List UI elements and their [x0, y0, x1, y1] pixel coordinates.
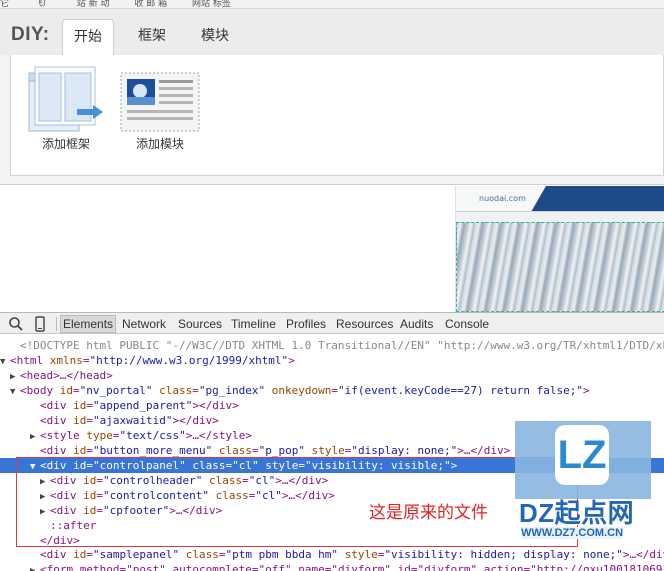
attr-name: xmlns: [49, 354, 83, 367]
attr-value: "if(event.keyCode==27) return false;": [337, 384, 583, 397]
form-tag: <form method="post" autocomplete="off" n…: [40, 563, 664, 571]
attr-value: "ajaxwaitid": [93, 414, 173, 427]
attr-name: id: [73, 399, 87, 412]
attr-name: id: [73, 444, 87, 457]
attr-value: "pg_index": [198, 384, 266, 397]
annotation-text: 这是原来的文件: [369, 503, 488, 523]
site-watermark: LZ DZ起点网 WWW.DZ7.COM.CN: [515, 421, 655, 546]
annotation-box: [16, 457, 578, 547]
doctype-text: <!DOCTYPE html PUBLIC "-//W3C//DTD XHTML…: [20, 339, 664, 352]
attr-value: "nv_portal": [79, 384, 153, 397]
attr-name: class: [159, 384, 193, 397]
browser-bookmarks-strip: 它 飞ㄏ 站 新 动 收 邮 箱 网站 标签: [0, 0, 664, 9]
diy-header: DIY: 开始 框架 模块: [0, 9, 664, 57]
tree-row[interactable]: <div id="samplepanel" class="ptm pbm bbd…: [0, 547, 664, 562]
tree-row[interactable]: <!DOCTYPE html PUBLIC "-//W3C//DTD XHTML…: [0, 338, 664, 353]
tab-console[interactable]: Console: [445, 316, 489, 332]
tree-row[interactable]: ▶ <form method="post" autocomplete="off" …: [0, 562, 664, 571]
attr-value: "p_pop": [258, 444, 305, 457]
watermark-brand: DZ起点网: [519, 498, 635, 528]
toolbar-divider: [56, 317, 57, 331]
tree-row[interactable]: ▼ <html xmlns="http://www.w3.org/1999/xht…: [0, 353, 664, 368]
attr-name: id: [59, 384, 73, 397]
image-module[interactable]: [456, 222, 664, 312]
ad-banner[interactable]: nuodai.com: [456, 186, 664, 212]
attr-name: style: [311, 444, 345, 457]
add-frame-label: 添加框架: [41, 137, 90, 151]
tab-frame[interactable]: 框架: [126, 19, 178, 55]
add-module-label: 添加模块: [135, 137, 184, 151]
bookmark-item[interactable]: 网站 标签: [192, 0, 231, 8]
tree-row[interactable]: ▼ <body id="nv_portal" class="pg_index" o…: [0, 383, 664, 398]
diy-label: DIY:: [11, 24, 50, 45]
frame-icon: [28, 66, 103, 132]
attr-value: "text/css": [119, 429, 186, 442]
attr-name: class: [218, 444, 252, 457]
tab-network[interactable]: Network: [122, 316, 166, 332]
bookmark-item[interactable]: 收 邮 箱: [134, 0, 167, 8]
attr-value: "samplepanel": [93, 548, 180, 561]
attr-value: "ptm pbm bbda hm": [225, 548, 339, 561]
attr-name: style: [344, 548, 378, 561]
search-icon[interactable]: [8, 316, 24, 332]
tree-row[interactable]: ▶ <head>…</head>: [0, 368, 664, 383]
attr-value: "display: none;": [351, 444, 458, 457]
tree-row[interactable]: <div id="append_parent"></div>: [0, 398, 664, 413]
device-mode-icon[interactable]: [32, 316, 48, 332]
attr-value: "button_more_menu": [93, 444, 213, 457]
devtools-toolbar: Elements Network Sources Timeline Profil…: [0, 312, 664, 334]
banner-text: nuodai.com: [479, 194, 526, 203]
add-frame-button[interactable]: 添加框架: [25, 63, 107, 163]
module-icon: [120, 72, 200, 132]
tab-audits[interactable]: Audits: [400, 316, 433, 332]
diy-content-panel: 添加框架 添加模块: [0, 55, 664, 185]
attr-value: "append_parent": [93, 399, 193, 412]
tab-sources[interactable]: Sources: [178, 316, 222, 332]
watermark-logo: LZ: [555, 425, 609, 485]
tab-resources[interactable]: Resources: [336, 316, 393, 332]
attr-name: class: [185, 548, 219, 561]
logo-lettering: LZ: [557, 433, 607, 477]
attr-name: onkeydown: [271, 384, 332, 397]
attr-value: "visibility: hidden; display: none;": [384, 548, 623, 561]
tab-profiles[interactable]: Profiles: [286, 316, 326, 332]
tab-timeline[interactable]: Timeline: [231, 316, 276, 332]
tab-module[interactable]: 模块: [188, 19, 242, 55]
tag-name: <head>…</head>: [20, 369, 113, 382]
banner-stripe: [530, 186, 664, 211]
bookmark-item[interactable]: 它: [0, 0, 9, 8]
attr-value: "http://www.w3.org/1999/xhtml": [89, 354, 289, 367]
tag-name: <html: [10, 354, 50, 367]
attr-name: id: [73, 548, 87, 561]
watermark-url: WWW.DZ7.COM.CN: [521, 527, 624, 539]
sidebar-column: nuodai.com: [455, 186, 664, 312]
attr-name: id: [73, 414, 87, 427]
diy-tools-area: 添加框架 添加模块: [10, 55, 664, 176]
add-module-button[interactable]: 添加模块: [119, 63, 201, 163]
bookmark-item[interactable]: 飞ㄏ: [34, 0, 52, 8]
page-preview: nuodai.com: [0, 186, 664, 312]
attr-name: type: [86, 429, 113, 442]
tag-name: <body: [20, 384, 60, 397]
tab-start[interactable]: 开始: [62, 19, 114, 57]
tab-elements[interactable]: Elements: [60, 315, 117, 333]
bookmark-item[interactable]: 站 新 动: [77, 0, 110, 8]
